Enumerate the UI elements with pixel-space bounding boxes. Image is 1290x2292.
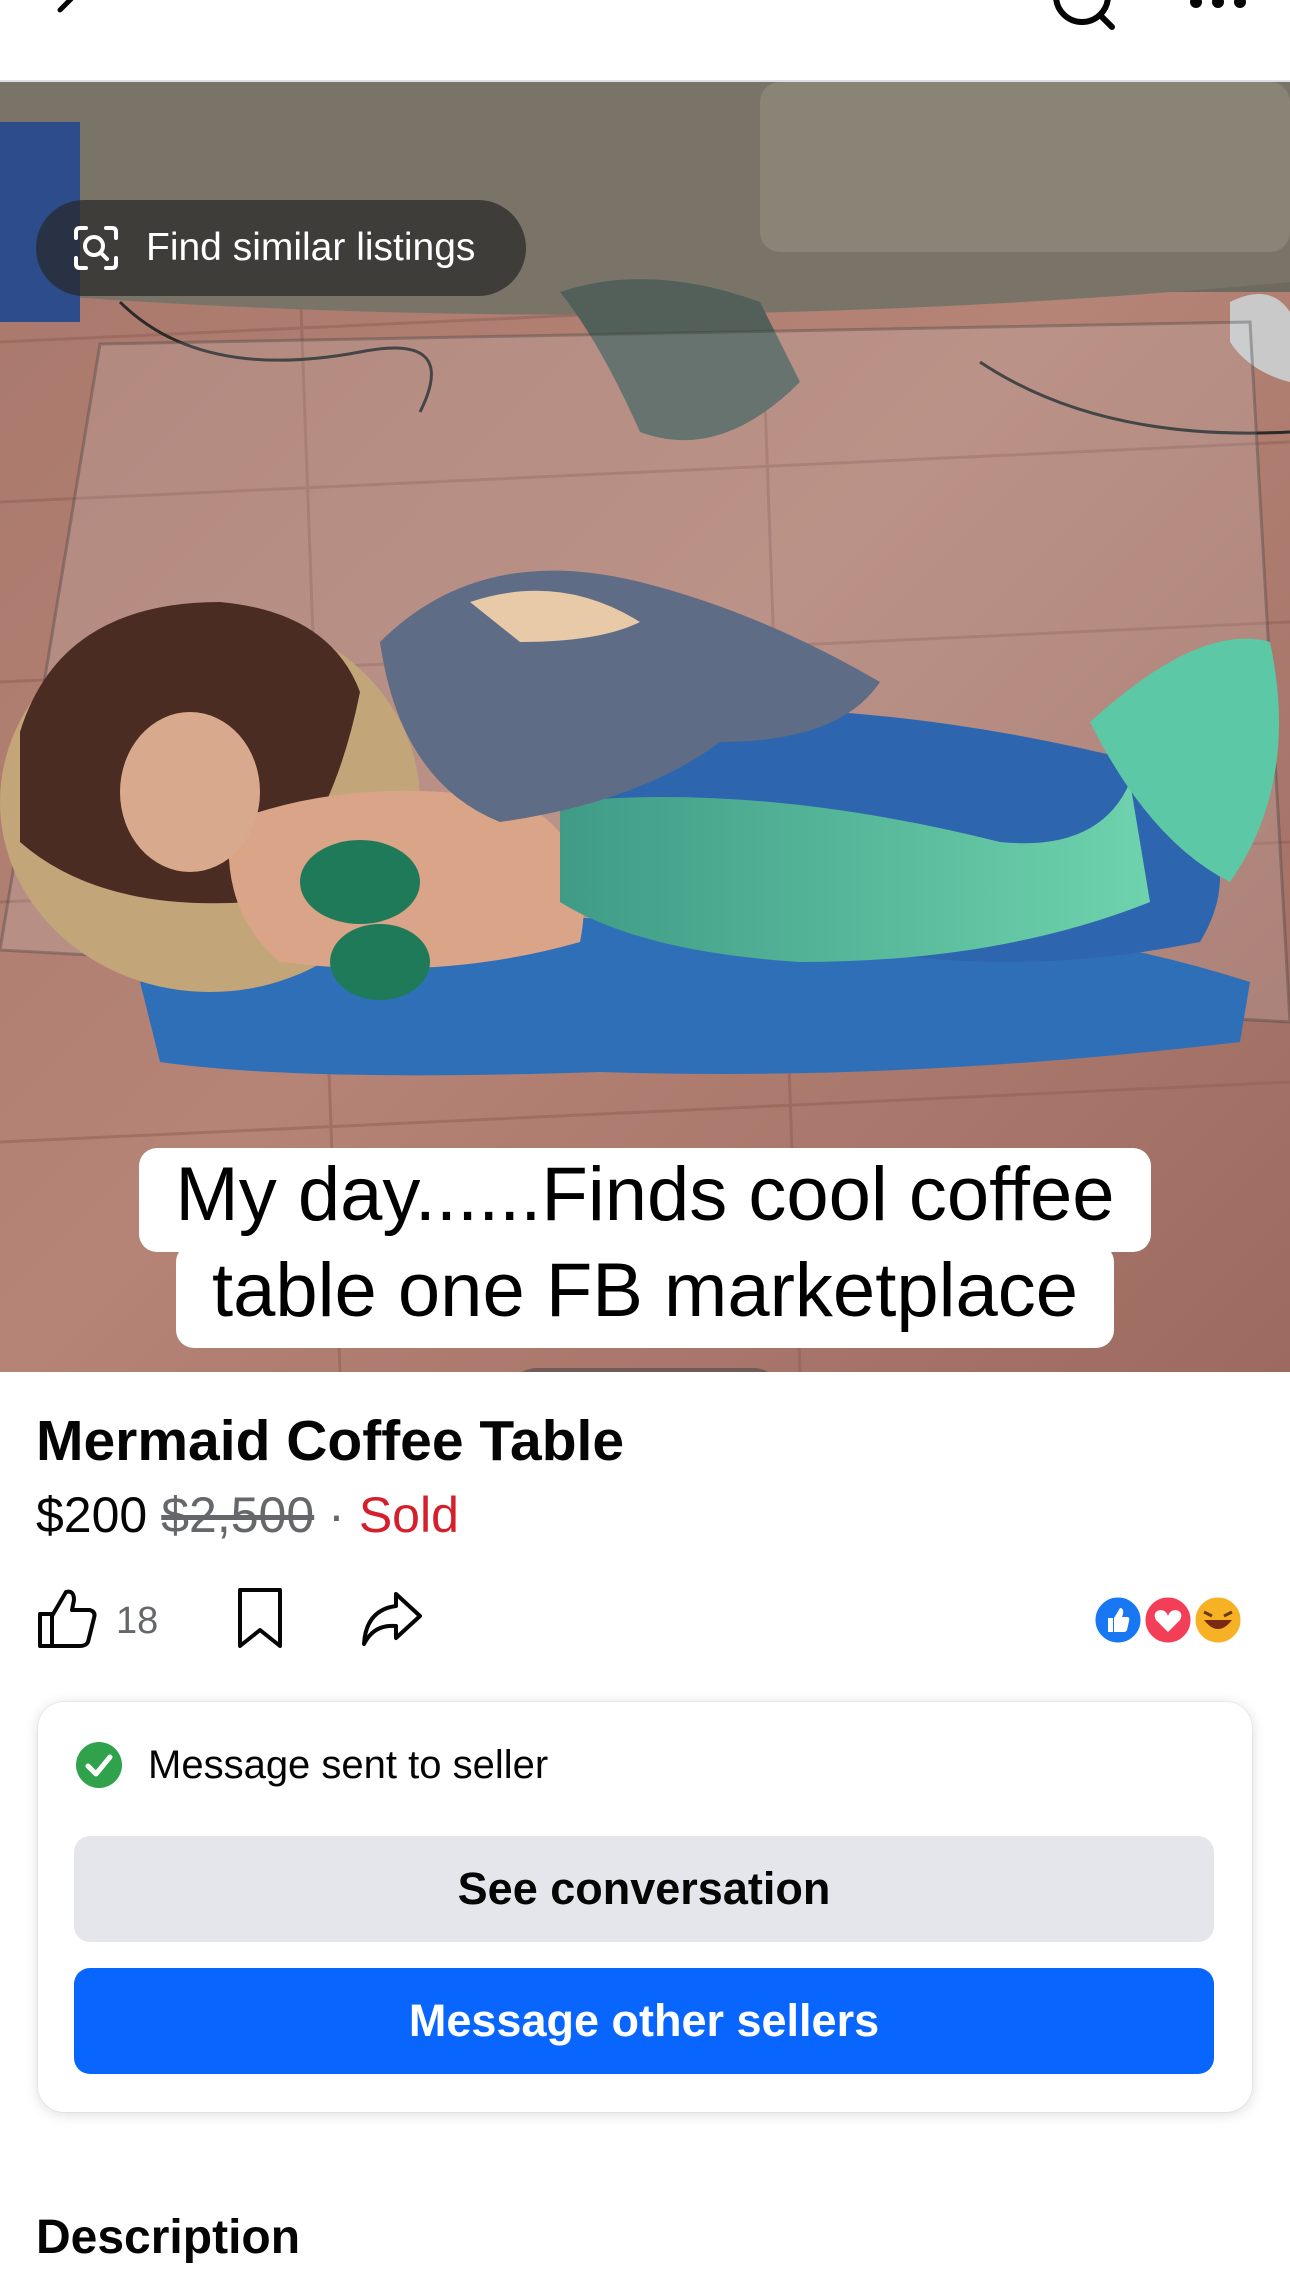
caption-line-2-text: table one FB marketplace xyxy=(175,1244,1115,1348)
visual-search-icon xyxy=(74,226,118,270)
original-price: $2,500 xyxy=(161,1487,315,1543)
see-conversation-button[interactable]: See conversation xyxy=(74,1836,1214,1942)
listing-photo[interactable]: Find similar listings My day......Finds … xyxy=(0,82,1290,1372)
price-row: $200 $2,500 · Sold xyxy=(36,1486,459,1544)
sold-status: Sold xyxy=(358,1487,459,1543)
caption-line-2: table one FB marketplace xyxy=(0,1244,1290,1348)
check-circle-icon xyxy=(76,1742,122,1788)
message-status-text: Message sent to seller xyxy=(148,1742,549,1787)
chevron-left-icon[interactable] xyxy=(52,0,94,36)
find-similar-label: Find similar listings xyxy=(146,226,476,269)
description-heading: Description xyxy=(36,2211,301,2264)
message-sent-card: Message sent to seller See conversation … xyxy=(38,1702,1252,2112)
photo-pagination-dots[interactable] xyxy=(507,1368,783,1372)
top-nav-bar xyxy=(0,0,1290,82)
like-count: 18 xyxy=(116,1600,159,1642)
current-price: $200 xyxy=(36,1487,148,1543)
listing-title: Mermaid Coffee Table xyxy=(36,1409,625,1473)
like-icon[interactable] xyxy=(36,1586,98,1650)
more-dots-icon[interactable] xyxy=(1186,0,1250,14)
share-icon[interactable] xyxy=(360,1588,424,1648)
caption-line-1-text: My day......Finds cool coffee xyxy=(139,1148,1151,1252)
message-other-sellers-button[interactable]: Message other sellers xyxy=(74,1968,1214,2074)
reactions-icon[interactable] xyxy=(1092,1594,1242,1646)
search-icon[interactable] xyxy=(1050,0,1120,38)
message-status: Message sent to seller xyxy=(76,1742,548,1788)
action-row: 18 xyxy=(36,1586,1256,1656)
caption-line-1: My day......Finds cool coffee xyxy=(0,1148,1290,1252)
find-similar-listings-button[interactable]: Find similar listings xyxy=(36,200,526,296)
price-separator: · xyxy=(328,1487,345,1543)
bookmark-icon[interactable] xyxy=(234,1586,286,1650)
